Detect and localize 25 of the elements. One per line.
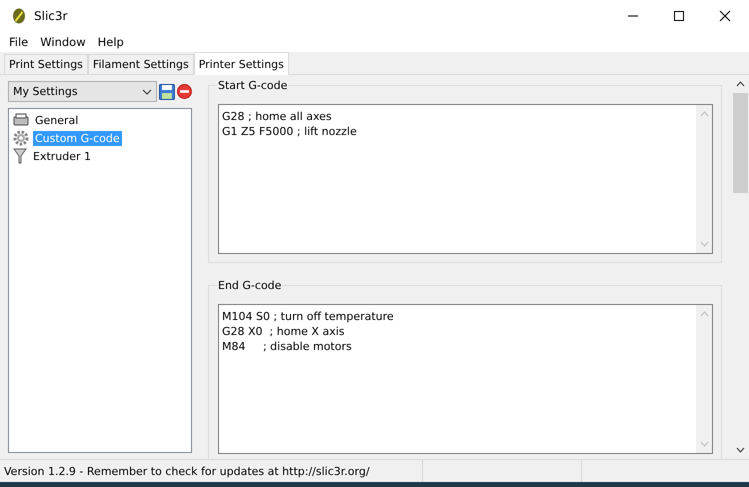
tab[interactable]: Print Settings (4, 54, 88, 74)
scrollbar-thumb[interactable] (733, 93, 748, 193)
tree-item[interactable]: Extruder 1 (31, 148, 94, 164)
preset-dropdown[interactable]: My Settings (8, 81, 158, 102)
tree-item[interactable]: General (33, 112, 80, 128)
maximize-icon[interactable] (673, 10, 685, 22)
group-title: Start G-code (217, 79, 288, 92)
printer-icon (13, 113, 29, 127)
menu-item[interactable]: Window (40, 35, 86, 49)
delete-icon[interactable] (177, 84, 192, 99)
funnel-icon (13, 148, 27, 164)
scroll-down-icon[interactable] (736, 447, 745, 453)
menu-item[interactable]: File (9, 35, 28, 49)
status-text: Version 1.2.9 - Remember to check for updates at http://slic3r.org/ (3, 464, 371, 478)
window-title: Slic3r (34, 9, 68, 23)
menu-item[interactable]: Help (98, 35, 124, 49)
tab[interactable]: Printer Settings (194, 52, 289, 75)
tab[interactable]: Filament Settings (88, 54, 194, 74)
gear-icon (13, 130, 29, 146)
chevron-down-icon (142, 88, 152, 94)
save-icon[interactable] (159, 84, 176, 100)
group-title: End G-code (217, 279, 282, 292)
scroll-up-icon[interactable] (736, 81, 745, 87)
close-icon[interactable] (719, 10, 731, 22)
app-icon (12, 8, 26, 24)
